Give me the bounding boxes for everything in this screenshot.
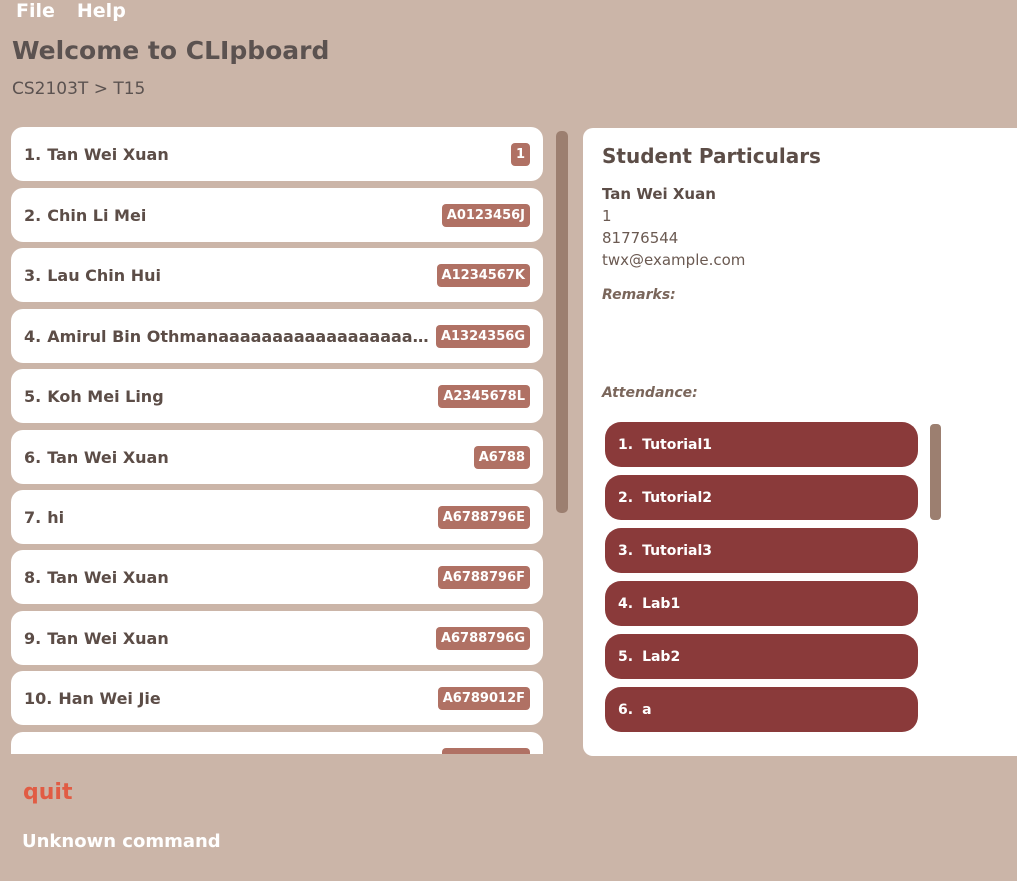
student-id-badge: A6788796F — [437, 565, 530, 589]
student-card[interactable]: 9. Tan Wei Xuan A6788796G — [11, 611, 543, 665]
student-card-partial[interactable] — [11, 732, 543, 754]
detail-email: twx@example.com — [602, 251, 746, 269]
remarks-label: Remarks: — [602, 287, 676, 303]
student-card[interactable]: 10. Han Wei Jie A6789012F — [11, 671, 543, 725]
detail-student-id: 1 — [602, 207, 612, 225]
detail-phone: 81776544 — [602, 229, 679, 247]
attendance-label: Attendance: — [602, 385, 698, 401]
student-id-badge: A1234567K — [436, 263, 530, 287]
student-id-badge: A6788796G — [435, 626, 530, 650]
student-name: 1. Tan Wei Xuan — [24, 144, 169, 164]
menu-file[interactable]: File — [16, 0, 55, 22]
attendance-item[interactable]: 5. Lab2 — [605, 634, 918, 679]
student-name: 5. Koh Mei Ling — [24, 386, 164, 406]
student-name: 7. hi — [24, 507, 65, 527]
student-card[interactable]: 8. Tan Wei Xuan A6788796F — [11, 550, 543, 604]
student-card[interactable]: 3. Lau Chin Hui A1234567K — [11, 248, 543, 302]
attendance-item[interactable]: 1. Tutorial1 — [605, 422, 918, 467]
student-name: 3. Lau Chin Hui — [24, 265, 162, 285]
student-name: 6. Tan Wei Xuan — [24, 447, 169, 467]
student-id-badge: A6788 — [473, 445, 530, 469]
student-card[interactable]: 1. Tan Wei Xuan 1 — [11, 127, 543, 181]
student-card[interactable]: 6. Tan Wei Xuan A6788 — [11, 430, 543, 484]
student-card[interactable]: 7. hi A6788796E — [11, 490, 543, 544]
attendance-item[interactable]: 3. Tutorial3 — [605, 528, 918, 573]
student-name: 2. Chin Li Mei — [24, 205, 147, 225]
student-card[interactable]: 4. Amirul Bin Othmanaaaaaaaaaaaaaaaaaaaa a… — [11, 309, 543, 363]
student-list-scrollbar[interactable] — [556, 131, 568, 513]
panel-heading: Student Particulars — [602, 144, 821, 168]
student-name: 10. Han Wei Jie — [24, 688, 161, 708]
student-id-badge — [442, 747, 530, 754]
student-list: 1. Tan Wei Xuan 1 2. Chin Li Mei A0123456J… — [11, 127, 543, 754]
student-details-panel: Student Particulars Tan Wei Xuan 1 81776… — [583, 128, 1017, 756]
menu-bar: File Help — [16, 0, 126, 22]
attendance-item[interactable]: 2. Tutorial2 — [605, 475, 918, 520]
attendance-item[interactable]: 6. a — [605, 687, 918, 732]
detail-name: Tan Wei Xuan — [602, 185, 716, 203]
student-name: 4.Amirul Bin Othmanaaaaaaaaaaaaaaaaaaaaa… — [24, 326, 436, 346]
student-card[interactable]: 5. Koh Mei Ling A2345678L — [11, 369, 543, 423]
student-id-badge: A0123456J — [441, 203, 530, 227]
student-id-badge: A6789012F — [437, 686, 530, 710]
menu-help[interactable]: Help — [77, 0, 126, 22]
student-id-badge: A1324356G — [435, 324, 530, 348]
command-input[interactable] — [14, 772, 552, 812]
student-name: 8. Tan Wei Xuan — [24, 567, 169, 587]
breadcrumb: CS2103T > T15 — [12, 79, 146, 99]
attendance-scrollbar[interactable] — [930, 424, 941, 520]
student-id-badge: A6788796E — [437, 505, 530, 529]
student-id-badge: A2345678L — [438, 384, 530, 408]
student-name: 9. Tan Wei Xuan — [24, 628, 169, 648]
page-title: Welcome to CLIpboard — [12, 36, 330, 65]
command-result: Unknown command — [22, 831, 221, 852]
attendance-item[interactable]: 4. Lab1 — [605, 581, 918, 626]
student-id-badge: 1 — [510, 142, 530, 166]
student-card[interactable]: 2. Chin Li Mei A0123456J — [11, 188, 543, 242]
